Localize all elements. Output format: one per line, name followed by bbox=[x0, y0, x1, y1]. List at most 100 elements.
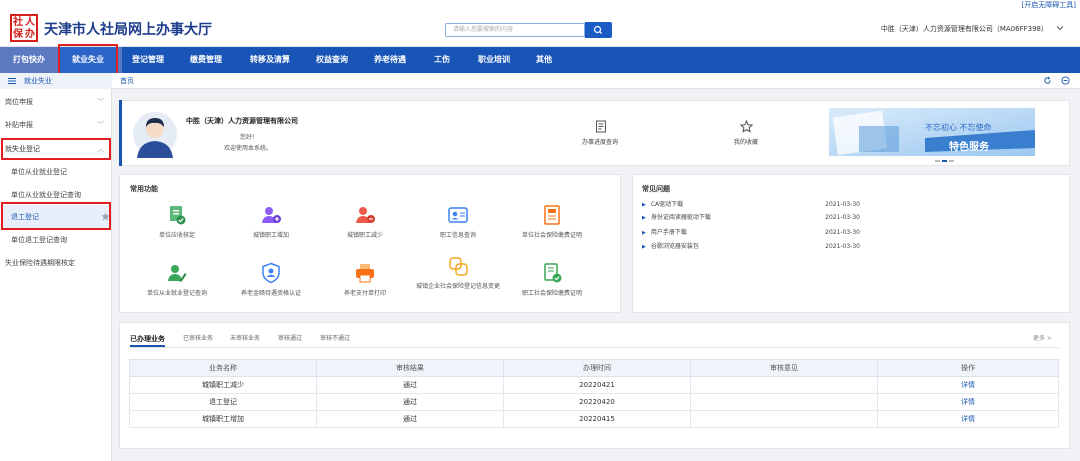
user-add-icon bbox=[262, 207, 281, 223]
details-link[interactable]: 详情 bbox=[877, 410, 1059, 428]
column-header: 审核结果 bbox=[316, 359, 504, 377]
func-employment-query[interactable]: 单位从业就业登记查询 bbox=[137, 262, 217, 298]
sidebar-item-unemployment-insurance[interactable]: 失业保险待遇期限核定 bbox=[5, 256, 75, 270]
column-header: 操作 bbox=[877, 359, 1059, 377]
cell-time: 20220415 bbox=[503, 410, 691, 428]
accessibility-link[interactable]: [开启无障碍工具] bbox=[1022, 0, 1076, 11]
carousel-dot-active[interactable] bbox=[942, 160, 947, 162]
bullet-icon: ▶ bbox=[642, 215, 646, 221]
profile-hello: 您好! bbox=[240, 134, 255, 141]
business-table: 业务名称 审核结果 办理时间 审核意见 操作 城镇职工减少 通过 2022042… bbox=[129, 359, 1059, 428]
tab-home[interactable]: 首页 bbox=[120, 73, 134, 89]
favorites-star-icon[interactable] bbox=[740, 120, 753, 133]
user-remove-icon bbox=[356, 207, 375, 223]
faq-item[interactable]: ▶ CA驱动下载 2021-03-30 bbox=[642, 200, 860, 210]
nav-item-training[interactable]: 职业培训 bbox=[468, 47, 520, 73]
more-link[interactable]: 更多 > bbox=[1033, 333, 1052, 342]
func-staff-remove[interactable]: 城镇职工减少 bbox=[325, 204, 405, 240]
nav-item-pension[interactable]: 养老待遇 bbox=[364, 47, 416, 73]
highlight-unemployment-registration bbox=[1, 138, 111, 160]
nav-item-payment[interactable]: 缴费管理 bbox=[180, 47, 232, 73]
tab-rejected[interactable]: 审核不通过 bbox=[320, 333, 350, 345]
func-staff-add[interactable]: 城镇职工增加 bbox=[231, 204, 311, 240]
nav-item-injury[interactable]: 工伤 bbox=[422, 47, 462, 73]
cell-opinion bbox=[690, 393, 878, 411]
divider bbox=[130, 347, 1059, 348]
tab-bar bbox=[112, 73, 1080, 89]
carousel-dot[interactable] bbox=[949, 160, 954, 162]
progress-query-link[interactable]: 办事进度查询 bbox=[582, 137, 618, 146]
promo-banner[interactable]: 不忘初心 不忘使命 特色服务 bbox=[829, 108, 1035, 156]
faq-item[interactable]: ▶ 用户手册下载 2021-03-30 bbox=[642, 228, 860, 238]
column-header: 审核意见 bbox=[690, 359, 878, 377]
tab-approved[interactable]: 审核通过 bbox=[278, 333, 302, 345]
sidebar-item-dismissal-query[interactable]: 单位退工登记查询 bbox=[11, 233, 67, 247]
func-insurance-info-change[interactable]: 城镇企业社会保险登记信息变更 bbox=[412, 255, 504, 291]
menu-icon[interactable] bbox=[8, 77, 16, 85]
company-name[interactable]: 中胜（天津）人力资源管理有限公司（MA06FF398） bbox=[881, 23, 1048, 35]
site-title: 天津市人社局网上办事大厅 bbox=[44, 22, 212, 38]
collapse-icon[interactable] bbox=[1061, 76, 1070, 85]
profile-company: 中胜（天津）人力资源管理有限公司 bbox=[186, 117, 298, 125]
func-staff-info-query[interactable]: 职工信息查询 bbox=[418, 204, 498, 240]
sidebar-item-employment-registration-query[interactable]: 单位从业就业登记查询 bbox=[11, 188, 81, 202]
cell-opinion bbox=[690, 410, 878, 428]
favorites-link[interactable]: 我的收藏 bbox=[734, 137, 758, 146]
func-unit-receivable[interactable]: 单位应收核定 bbox=[137, 204, 217, 240]
banner-slogan: 不忘初心 不忘使命 bbox=[925, 123, 992, 132]
func-staff-insurance-cert[interactable]: 职工社会保险缴费证明 bbox=[512, 262, 592, 298]
sidebar-item-employment-registration[interactable]: 单位从业就业登记 bbox=[11, 165, 67, 179]
table-row: 城镇职工减少 通过 20220421 详情 bbox=[129, 376, 1059, 394]
bullet-icon: ▶ bbox=[642, 202, 646, 208]
faq-item[interactable]: ▶ 谷歌浏览器安装包 2021-03-30 bbox=[642, 242, 860, 252]
func-pension-print[interactable]: 养老支付单打印 bbox=[325, 262, 405, 298]
details-link[interactable]: 详情 bbox=[877, 376, 1059, 394]
refresh-icon[interactable] bbox=[1043, 76, 1052, 85]
printer-icon bbox=[356, 264, 374, 283]
user-edit-icon bbox=[168, 265, 187, 282]
doc-stamp-icon bbox=[544, 263, 562, 283]
progress-query-icon[interactable] bbox=[595, 120, 607, 133]
faq-item[interactable]: ▶ 身份证阅读器驱动下载 2021-03-30 bbox=[642, 213, 860, 223]
table-row: 退工登记 通过 20220420 详情 bbox=[129, 393, 1059, 411]
exchange-icon bbox=[449, 257, 468, 276]
cell-name: 城镇职工增加 bbox=[129, 410, 317, 428]
doc-check-icon bbox=[170, 206, 186, 225]
shield-user-icon bbox=[262, 262, 280, 284]
search-button[interactable] bbox=[585, 22, 612, 38]
certificate-icon bbox=[544, 205, 560, 225]
tab-reviewed[interactable]: 已审核业务 bbox=[183, 333, 213, 345]
sidebar-header: 就业失业 bbox=[0, 73, 112, 89]
profile-welcome: 欢迎使用本系统。 bbox=[224, 145, 273, 152]
highlight-dismissal-registration bbox=[1, 202, 111, 230]
tab-handled[interactable]: 已办理业务 bbox=[130, 333, 165, 347]
carousel-dot[interactable] bbox=[935, 160, 940, 162]
profile-accent bbox=[119, 100, 122, 166]
chevron-down-icon[interactable] bbox=[1056, 24, 1064, 32]
cell-result: 通过 bbox=[316, 393, 504, 411]
nav-item-rights-query[interactable]: 权益查询 bbox=[306, 47, 358, 73]
sidebar-item-subsidy[interactable]: 补贴申报 ﹀ bbox=[5, 118, 112, 132]
tab-unreviewed[interactable]: 未审核业务 bbox=[230, 333, 260, 345]
nav-item-package[interactable]: 打包快办 bbox=[0, 47, 58, 73]
nav-item-registration[interactable]: 登记管理 bbox=[122, 47, 174, 73]
bullet-icon: ▶ bbox=[642, 230, 646, 236]
cell-result: 通过 bbox=[316, 410, 504, 428]
cell-name: 城镇职工减少 bbox=[129, 376, 317, 394]
cell-time: 20220420 bbox=[503, 393, 691, 411]
nav-item-other[interactable]: 其他 bbox=[524, 47, 564, 73]
cell-name: 退工登记 bbox=[129, 393, 317, 411]
search-input[interactable]: 请输入您要搜索的内容 bbox=[445, 23, 585, 37]
func-pension-auth[interactable]: 养老金暗待遇资格认证 bbox=[231, 262, 311, 298]
nav-item-transfer[interactable]: 转移及清算 bbox=[240, 47, 300, 73]
bullet-icon: ▶ bbox=[642, 244, 646, 250]
table-row: 城镇职工增加 通过 20220415 详情 bbox=[129, 410, 1059, 428]
details-link[interactable]: 详情 bbox=[877, 393, 1059, 411]
search-icon bbox=[593, 25, 603, 35]
highlight-nav-employment bbox=[58, 44, 118, 75]
sidebar-item-job-report[interactable]: 岗位申报 ﹀ bbox=[5, 95, 112, 109]
common-functions-title: 常用功能 bbox=[130, 185, 158, 193]
cell-time: 20220421 bbox=[503, 376, 691, 394]
func-unit-insurance-cert[interactable]: 单位社会保险缴费证明 bbox=[512, 204, 592, 240]
table-header-row: 业务名称 审核结果 办理时间 审核意见 操作 bbox=[129, 359, 1059, 377]
